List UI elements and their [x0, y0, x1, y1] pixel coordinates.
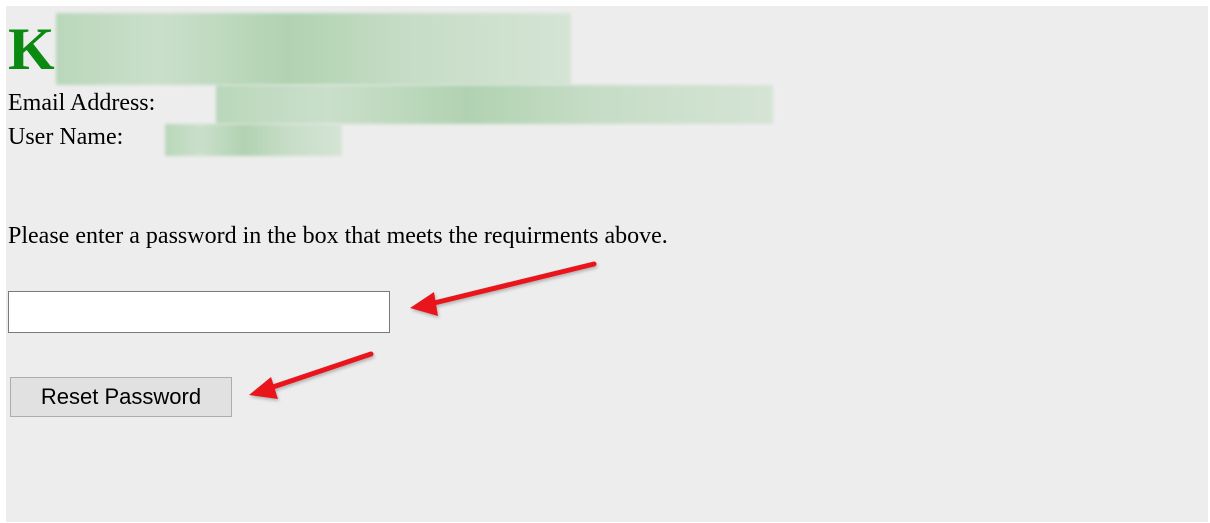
redacted-site-title: [56, 13, 571, 85]
redacted-username-value: [165, 124, 342, 156]
email-label: Email Address:: [8, 90, 156, 116]
site-title-initial: K: [8, 16, 55, 82]
reset-password-button[interactable]: Reset Password: [10, 377, 232, 417]
username-row: User Name:: [8, 122, 123, 152]
email-row: Email Address:: [8, 88, 155, 118]
password-input[interactable]: [8, 291, 390, 333]
site-header: K: [8, 14, 55, 84]
page: K Email Address: User Name: Please enter…: [6, 6, 1208, 522]
redacted-email-value: [216, 85, 773, 124]
password-instructions: Please enter a password in the box that …: [8, 223, 668, 249]
username-label: User Name:: [8, 124, 124, 150]
